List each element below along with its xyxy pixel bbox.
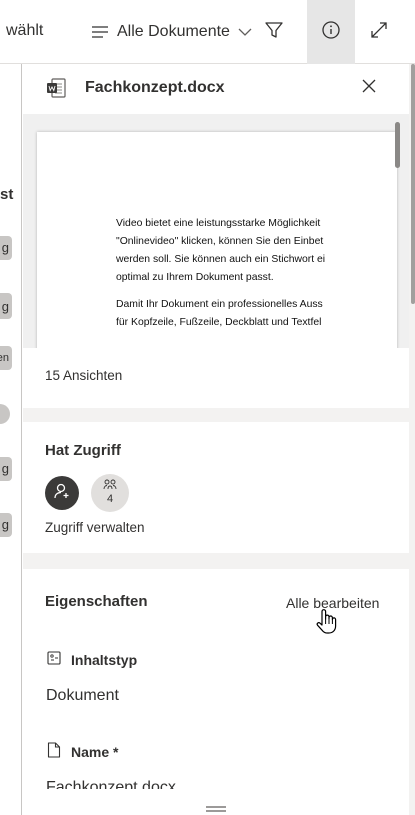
- column-header[interactable]: st: [0, 186, 13, 203]
- tag-pill: g: [0, 295, 12, 319]
- view-count: 15 Ansichten: [45, 368, 123, 383]
- access-card: Hat Zugriff 4 Zugriff verwalten: [23, 422, 409, 553]
- filter-icon: [264, 20, 284, 45]
- chevron-down-icon: [238, 27, 252, 37]
- people-icon: [103, 479, 117, 490]
- info-pane-button[interactable]: [307, 0, 355, 64]
- expand-button[interactable]: [361, 14, 397, 50]
- preview-text-line: werden soll. Sie können auch ein Stichwo…: [116, 254, 326, 265]
- expand-icon: [369, 20, 389, 45]
- person-add-icon: [52, 481, 72, 506]
- close-icon: [361, 78, 377, 99]
- document-icon: [47, 742, 61, 761]
- pane-scrollbar[interactable]: [411, 64, 415, 304]
- preview-scrollbar[interactable]: [395, 122, 400, 168]
- preview-text-line: Damit Ihr Dokument ein professionelles A…: [116, 299, 323, 310]
- field-label-content-type: Inhaltstyp: [47, 651, 137, 668]
- avatar[interactable]: [45, 476, 79, 510]
- view-label: Alle Dokumente: [117, 23, 230, 40]
- document-preview[interactable]: Video bietet eine leistungsstarke Möglic…: [23, 114, 409, 348]
- close-button[interactable]: [353, 72, 385, 104]
- hand-cursor-icon: [315, 607, 339, 640]
- drag-handle-icon[interactable]: [205, 799, 227, 815]
- tag-pill: en: [0, 346, 12, 370]
- preview-page: Video bietet eine leistungsstarke Möglic…: [37, 132, 397, 348]
- preview-text-line: für Kopfzeile, Fußzeile, Deckblatt und T…: [116, 317, 322, 328]
- field-label-name: Name *: [47, 742, 118, 761]
- pane-header: Fachkonzept.docx: [23, 64, 409, 112]
- manage-access-link[interactable]: Zugriff verwalten: [45, 520, 145, 535]
- group-member-count: 4: [106, 493, 114, 505]
- field-value-name[interactable]: Fachkonzept.docx: [46, 779, 176, 789]
- tag-pill: g: [0, 513, 12, 537]
- group-badge[interactable]: 4: [91, 474, 129, 512]
- preview-text-line: optimal zu Ihrem Dokument passt.: [116, 272, 274, 283]
- tag-pill: g: [0, 457, 12, 481]
- info-icon: [321, 20, 341, 45]
- word-document-icon: [46, 78, 68, 103]
- details-pane: Fachkonzept.docx Video bietet eine leist…: [23, 64, 415, 815]
- selection-status: wählt: [6, 22, 44, 39]
- field-label-text: Inhaltstyp: [71, 651, 138, 668]
- field-value-content-type[interactable]: Dokument: [46, 687, 119, 705]
- field-label-text: Name *: [71, 743, 119, 760]
- file-name: Fachkonzept.docx: [85, 79, 225, 96]
- properties-card: Eigenschaften Alle bearbeiten Inhaltstyp…: [23, 569, 409, 815]
- access-title: Hat Zugriff: [45, 442, 121, 459]
- preview-text-line: "Onlinevideo" klicken, können Sie den Ei…: [116, 236, 324, 247]
- list-icon: [91, 25, 109, 39]
- file-card: Fachkonzept.docx Video bietet eine leist…: [23, 64, 409, 408]
- document-list-edge: st g g g en g g: [0, 64, 22, 815]
- tag-pill: g: [0, 236, 12, 260]
- command-bar: wählt Alle Dokumente: [0, 0, 415, 64]
- properties-title: Eigenschaften: [45, 593, 148, 610]
- preview-text-line: Video bietet eine leistungsstarke Möglic…: [116, 218, 321, 229]
- filter-button[interactable]: [256, 14, 292, 50]
- content-type-icon: [47, 651, 61, 668]
- view-picker[interactable]: Alle Dokumente: [91, 14, 252, 50]
- status-dot: [0, 404, 10, 424]
